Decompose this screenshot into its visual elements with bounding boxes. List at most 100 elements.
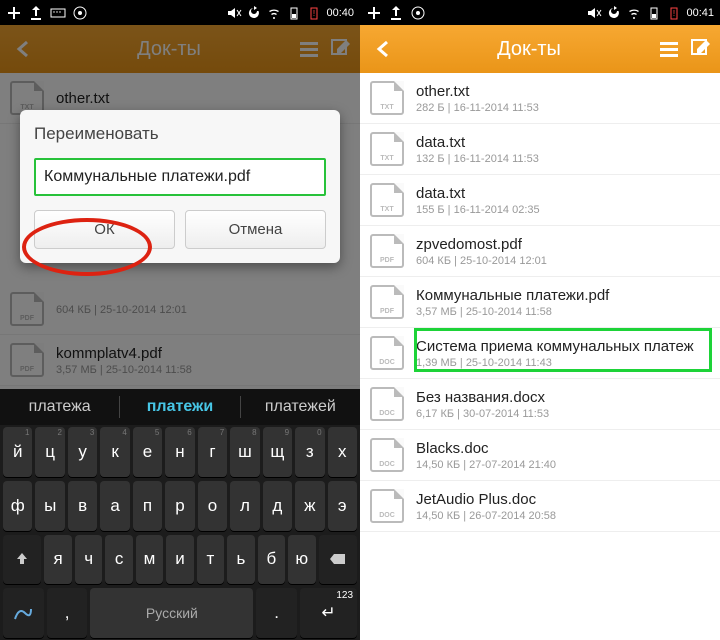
list-item[interactable]: DOCБез названия.docx6,17 КБ | 30-07-2014… bbox=[360, 379, 720, 430]
key-б[interactable]: б bbox=[258, 535, 285, 585]
file-meta: 132 Б | 16-11-2014 11:53 bbox=[416, 153, 539, 165]
file-name: Без названия.docx bbox=[416, 389, 549, 406]
list-item[interactable]: DOC Система приема коммунальных платеж 1,3… bbox=[360, 328, 720, 379]
mute-icon bbox=[226, 5, 242, 21]
back-button[interactable] bbox=[368, 38, 400, 60]
key-э[interactable]: э bbox=[328, 481, 357, 531]
battery-icon bbox=[286, 5, 302, 21]
key-с[interactable]: с bbox=[105, 535, 132, 585]
battery-icon bbox=[646, 5, 662, 21]
key-ц[interactable]: ц2 bbox=[35, 427, 64, 477]
key-и[interactable]: и bbox=[166, 535, 193, 585]
wifi-icon bbox=[626, 5, 642, 21]
list-item[interactable]: DOC Blacks.doc 14,50 КБ | 27-07-2014 21:40 bbox=[360, 430, 720, 481]
list-item[interactable]: TXTdata.txt132 Б | 16-11-2014 11:53 bbox=[360, 124, 720, 175]
key-р[interactable]: р bbox=[165, 481, 194, 531]
key-щ[interactable]: щ9 bbox=[263, 427, 292, 477]
swype-key[interactable] bbox=[3, 588, 44, 638]
cancel-button[interactable]: Отмена bbox=[185, 210, 326, 249]
list-item[interactable]: DOCJetAudio Plus.doc14,50 КБ | 26-07-201… bbox=[360, 481, 720, 532]
wifi-icon bbox=[266, 5, 282, 21]
suggestion[interactable]: платежа bbox=[0, 398, 119, 416]
enter-key[interactable]: 123↵ bbox=[300, 588, 357, 638]
list-item[interactable]: TXTdata.txt155 Б | 16-11-2014 02:35 bbox=[360, 175, 720, 226]
rename-dialog: Переименовать ОК Отмена bbox=[20, 110, 340, 263]
target-icon bbox=[72, 5, 88, 21]
suggestion-selected[interactable]: платежи bbox=[120, 398, 239, 416]
file-meta: 282 Б | 16-11-2014 11:53 bbox=[416, 102, 539, 114]
backspace-key[interactable] bbox=[319, 535, 357, 585]
file-name: data.txt bbox=[416, 185, 540, 202]
list-item[interactable]: PDFzpvedomost.pdf604 КБ | 25-10-2014 12:… bbox=[360, 226, 720, 277]
compose-icon[interactable] bbox=[690, 38, 712, 60]
file-icon: DOC bbox=[370, 489, 404, 523]
file-name: Система приема коммунальных платеж bbox=[416, 338, 694, 355]
file-meta: 155 Б | 16-11-2014 02:35 bbox=[416, 204, 540, 216]
list-item[interactable]: PDFКоммунальные платежи.pdf3,57 МБ | 25-… bbox=[360, 277, 720, 328]
list-item[interactable]: TXTother.txt282 Б | 16-11-2014 11:53 bbox=[360, 73, 720, 124]
key-х[interactable]: х bbox=[328, 427, 357, 477]
key-т[interactable]: т bbox=[197, 535, 224, 585]
file-list: TXTother.txt282 Б | 16-11-2014 11:53TXT d… bbox=[360, 73, 720, 640]
key-у[interactable]: у3 bbox=[68, 427, 97, 477]
file-meta: 1,39 МБ | 25-10-2014 11:43 bbox=[416, 357, 694, 369]
file-meta: 6,17 КБ | 30-07-2014 11:53 bbox=[416, 408, 549, 420]
file-meta: 14,50 КБ | 27-07-2014 21:40 bbox=[416, 459, 556, 471]
status-bar: ! 00:40 bbox=[0, 0, 360, 25]
upload-icon bbox=[28, 5, 44, 21]
ok-button[interactable]: ОК bbox=[34, 210, 175, 249]
period-key[interactable]: . bbox=[256, 588, 297, 638]
key-в[interactable]: в bbox=[68, 481, 97, 531]
upload-icon bbox=[388, 5, 404, 21]
clock: 00:41 bbox=[686, 7, 714, 19]
refresh-icon bbox=[246, 5, 262, 21]
file-icon: DOC bbox=[370, 438, 404, 472]
key-д[interactable]: д bbox=[263, 481, 292, 531]
key-а[interactable]: а bbox=[100, 481, 129, 531]
key-л[interactable]: л bbox=[230, 481, 259, 531]
comma-key[interactable]: , bbox=[47, 588, 88, 638]
page-title: Док-ты bbox=[400, 38, 658, 61]
key-ш[interactable]: ш8 bbox=[230, 427, 259, 477]
key-н[interactable]: н6 bbox=[165, 427, 194, 477]
file-name: data.txt bbox=[416, 134, 539, 151]
shift-key[interactable] bbox=[3, 535, 41, 585]
key-к[interactable]: к4 bbox=[100, 427, 129, 477]
file-icon: PDF bbox=[370, 285, 404, 319]
space-key[interactable]: Русский bbox=[90, 588, 253, 638]
key-я[interactable]: я bbox=[44, 535, 71, 585]
key-е[interactable]: е5 bbox=[133, 427, 162, 477]
key-ч[interactable]: ч bbox=[75, 535, 102, 585]
file-icon: TXT bbox=[370, 81, 404, 115]
mute-icon bbox=[586, 5, 602, 21]
key-п[interactable]: п bbox=[133, 481, 162, 531]
key-ж[interactable]: ж bbox=[295, 481, 324, 531]
file-icon: PDF bbox=[370, 234, 404, 268]
file-name: zpvedomost.pdf bbox=[416, 236, 547, 253]
key-ь[interactable]: ь bbox=[227, 535, 254, 585]
key-ы[interactable]: ы bbox=[35, 481, 64, 531]
battery-alert-icon: ! bbox=[306, 5, 322, 21]
key-ю[interactable]: ю bbox=[288, 535, 315, 585]
plus-icon bbox=[366, 5, 382, 21]
keyboard-icon bbox=[50, 5, 66, 21]
keyboard: й1ц2у3к4е5н6г7ш8щ9з0х фывапролджэ ячсмит… bbox=[0, 425, 360, 640]
key-г[interactable]: г7 bbox=[198, 427, 227, 477]
rename-input[interactable] bbox=[34, 158, 326, 196]
key-о[interactable]: о bbox=[198, 481, 227, 531]
right-panel: ! 00:41 Док-ты TXTother.txt282 Б | 16-11… bbox=[360, 0, 720, 640]
menu-icon[interactable] bbox=[658, 38, 680, 60]
key-з[interactable]: з0 bbox=[295, 427, 324, 477]
target-icon bbox=[410, 5, 426, 21]
file-name: Blacks.doc bbox=[416, 440, 556, 457]
file-name: JetAudio Plus.doc bbox=[416, 491, 556, 508]
clock: 00:40 bbox=[326, 7, 354, 19]
battery-alert-icon: ! bbox=[666, 5, 682, 21]
suggestion[interactable]: платежей bbox=[241, 398, 360, 416]
key-м[interactable]: м bbox=[136, 535, 163, 585]
svg-text:!: ! bbox=[673, 9, 675, 18]
file-icon: DOC bbox=[370, 336, 404, 370]
key-ф[interactable]: ф bbox=[3, 481, 32, 531]
svg-text:!: ! bbox=[313, 9, 315, 18]
key-й[interactable]: й1 bbox=[3, 427, 32, 477]
